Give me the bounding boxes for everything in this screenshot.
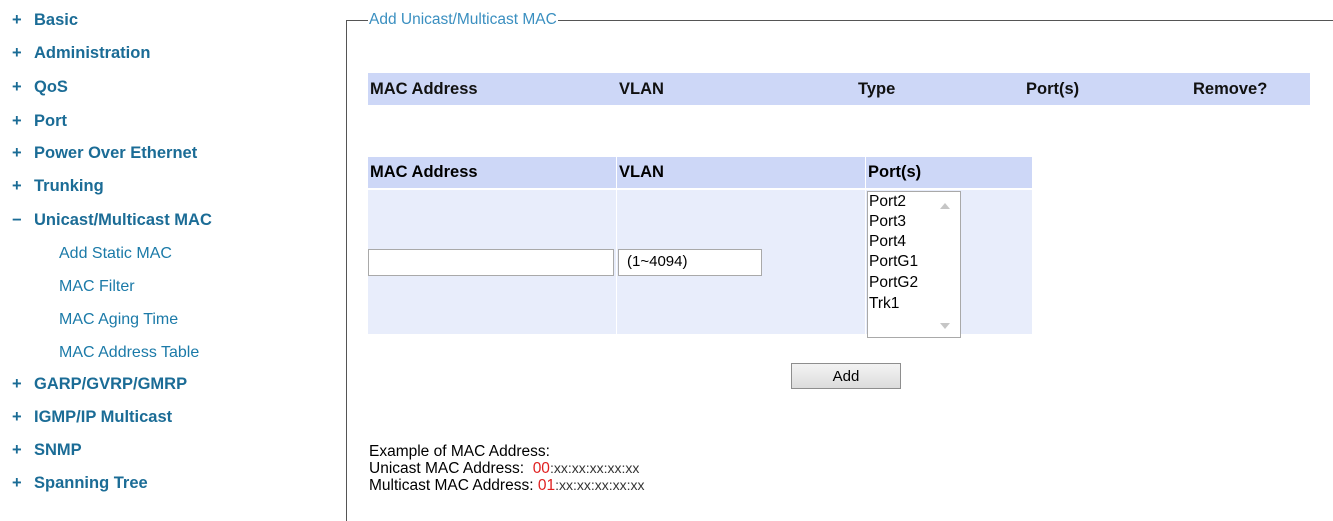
port-option[interactable]: PortG2 xyxy=(869,273,918,292)
mac-example-block: Example of MAC Address: Unicast MAC Addr… xyxy=(369,443,645,494)
example-label: Unicast MAC Address: xyxy=(369,460,525,477)
ports-multiselect[interactable]: Port2 Port3 Port4 PortG1 PortG2 Trk1 xyxy=(867,191,961,338)
nav-item-qos[interactable]: + QoS xyxy=(12,75,68,99)
example-title: Example of MAC Address: xyxy=(369,443,550,460)
nav-item-label: GARP/GVRP/GMRP xyxy=(34,375,188,393)
column-header-mac-address: MAC Address xyxy=(370,80,478,98)
nav-item-label: QoS xyxy=(34,78,68,96)
unicast-suffix: :xx:xx:xx:xx:xx xyxy=(549,460,640,476)
add-header-ports: Port(s) xyxy=(866,157,1032,188)
example-label: Multicast MAC Address: xyxy=(369,477,534,494)
nav-item-label: SNMP xyxy=(34,441,82,459)
nav-item-label: IGMP/IP Multicast xyxy=(34,408,173,426)
column-header-type: Type xyxy=(858,80,896,98)
add-header-mac-address: MAC Address xyxy=(368,157,616,188)
expand-icon: + xyxy=(12,144,22,162)
section-legend: Add Unicast/Multicast MAC xyxy=(368,10,558,30)
expand-icon: + xyxy=(12,408,22,426)
expand-icon: + xyxy=(12,474,22,492)
unicast-prefix: 00 xyxy=(532,460,550,477)
port-option[interactable]: Port2 xyxy=(869,192,906,211)
port-option[interactable]: Trk1 xyxy=(869,294,899,313)
nav-item-administration[interactable]: + Administration xyxy=(12,41,150,65)
header-label: Port(s) xyxy=(868,163,922,181)
example-multicast: Multicast MAC Address: 01:xx:xx:xx:xx:xx xyxy=(369,477,645,494)
expand-icon: + xyxy=(12,375,22,393)
mac-list-table-header: MAC Address VLAN Type Port(s) Remove? xyxy=(368,73,1310,105)
sub-item-add-static-mac[interactable]: Add Static MAC xyxy=(59,242,172,266)
column-header-vlan: VLAN xyxy=(619,80,664,98)
nav-item-label: Spanning Tree xyxy=(34,474,148,492)
expand-icon: + xyxy=(12,11,22,29)
vlan-range-hint: (1~4094) xyxy=(627,253,688,270)
scroll-down-icon[interactable] xyxy=(940,323,950,329)
multicast-suffix: :xx:xx:xx:xx:xx xyxy=(555,477,645,493)
sub-item-mac-filter[interactable]: MAC Filter xyxy=(59,275,135,299)
sidebar-nav: + Basic + Administration + QoS + Port + Power… xyxy=(0,0,345,495)
expand-icon: + xyxy=(12,177,22,195)
column-header-ports: Port(s) xyxy=(1026,80,1080,98)
mac-address-input[interactable] xyxy=(368,249,614,276)
expand-icon: + xyxy=(12,44,22,62)
expand-icon: + xyxy=(12,78,22,96)
nav-item-igmp-ip-multicast[interactable]: + IGMP/IP Multicast xyxy=(12,405,172,429)
port-option[interactable]: Port3 xyxy=(869,212,906,231)
sub-item-mac-aging-time[interactable]: MAC Aging Time xyxy=(59,308,178,332)
expand-icon: + xyxy=(12,112,22,130)
header-label: MAC Address xyxy=(370,163,478,181)
column-header-remove: Remove? xyxy=(1193,80,1268,98)
nav-item-power-over-ethernet[interactable]: + Power Over Ethernet xyxy=(12,141,197,165)
nav-item-label: Port xyxy=(34,112,67,130)
port-option[interactable]: Port4 xyxy=(869,232,906,251)
expand-icon: + xyxy=(12,441,22,459)
collapse-icon: − xyxy=(12,211,22,229)
nav-item-label: Trunking xyxy=(34,177,104,195)
nav-item-label: Basic xyxy=(34,11,79,29)
example-unicast: Unicast MAC Address: 00:xx:xx:xx:xx:xx xyxy=(369,460,645,477)
multicast-prefix: 01 xyxy=(537,477,556,494)
sub-item-mac-address-table[interactable]: MAC Address Table xyxy=(59,341,199,365)
nav-item-basic[interactable]: + Basic xyxy=(12,8,78,32)
add-header-vlan: VLAN xyxy=(617,157,865,188)
nav-item-label: Power Over Ethernet xyxy=(34,144,198,162)
nav-item-label: Unicast/Multicast MAC xyxy=(34,211,212,229)
nav-item-trunking[interactable]: + Trunking xyxy=(12,174,104,198)
nav-item-garp-gvrp-gmrp[interactable]: + GARP/GVRP/GMRP xyxy=(12,372,187,396)
nav-item-port[interactable]: + Port xyxy=(12,109,67,133)
nav-item-spanning-tree[interactable]: + Spanning Tree xyxy=(12,471,148,495)
scroll-up-icon[interactable] xyxy=(940,203,950,209)
nav-item-unicast-multicast-mac[interactable]: − Unicast/Multicast MAC xyxy=(12,208,212,232)
add-button[interactable]: Add xyxy=(791,363,901,389)
header-label: VLAN xyxy=(619,163,664,181)
nav-item-snmp[interactable]: + SNMP xyxy=(12,438,82,462)
nav-item-label: Administration xyxy=(34,44,151,62)
port-option[interactable]: PortG1 xyxy=(869,252,918,271)
